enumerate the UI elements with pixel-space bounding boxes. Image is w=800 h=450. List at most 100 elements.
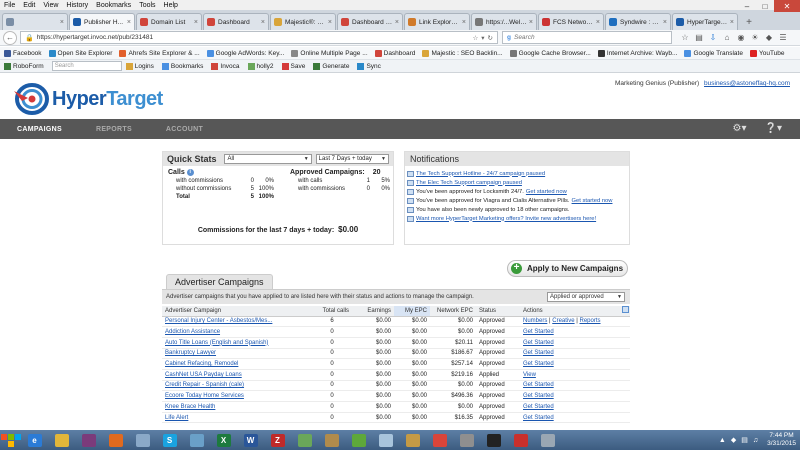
- taskbar-app[interactable]: [291, 431, 318, 449]
- bookmark-item[interactable]: Facebook: [4, 49, 42, 57]
- browser-tab[interactable]: Domain List ×: [136, 13, 202, 30]
- campaign-name-link[interactable]: Auto Title Loans (English and Spanish): [165, 340, 268, 346]
- date-range-select[interactable]: Last 7 Days + today ▼: [315, 154, 389, 164]
- tab-close-icon[interactable]: ×: [730, 19, 734, 26]
- browser-tab[interactable]: Dashboard - Ah...×: [337, 13, 403, 30]
- campaign-name-link[interactable]: Credit Repair - Spanish (cale): [165, 382, 244, 388]
- column-header[interactable]: Actions: [520, 306, 630, 317]
- advertiser-campaigns-tab[interactable]: Advertiser Campaigns: [166, 274, 273, 289]
- roboform-search-input[interactable]: Search: [51, 61, 122, 71]
- taskbar-app[interactable]: [426, 431, 453, 449]
- column-header[interactable]: My EPC: [394, 306, 430, 317]
- pocket-icon[interactable]: ◉: [734, 33, 748, 42]
- get-started-link[interactable]: Get started now: [526, 189, 567, 195]
- system-clock[interactable]: 7:44 PM 3/31/2015: [767, 432, 796, 448]
- browser-tab[interactable]: FCS Networker ×: [538, 13, 604, 30]
- tab-close-icon[interactable]: ×: [127, 19, 131, 26]
- taskbar-app[interactable]: Z: [264, 431, 291, 449]
- taskbar-app[interactable]: [507, 431, 534, 449]
- campaign-name-link[interactable]: Addiction Assistance: [165, 329, 220, 335]
- close-window-icon[interactable]: ✕: [774, 0, 800, 12]
- campaign-status-filter-select[interactable]: Applied or approved ▼: [547, 292, 625, 302]
- action-link-get-started[interactable]: Get Started: [523, 415, 554, 421]
- menu-help[interactable]: Help: [160, 2, 182, 9]
- action-link-get-started[interactable]: Get Started: [523, 361, 554, 367]
- taskbar-app[interactable]: X: [210, 431, 237, 449]
- action-link-get-started[interactable]: Get Started: [523, 350, 554, 356]
- menu-icon[interactable]: ☰: [776, 33, 790, 42]
- menu-history[interactable]: History: [62, 2, 92, 9]
- addon-icon[interactable]: ◆: [762, 33, 776, 42]
- roboform-item[interactable]: holly2: [247, 62, 274, 70]
- campaign-name-link[interactable]: Ecoore Today Home Services: [165, 393, 244, 399]
- tab-close-icon[interactable]: ×: [529, 19, 533, 26]
- action-link-numbers[interactable]: Numbers: [523, 318, 547, 324]
- action-link-reports[interactable]: Reports: [580, 318, 601, 324]
- reading-list-icon[interactable]: ▤: [692, 33, 706, 42]
- nav-tab-reports[interactable]: REPORTS: [79, 126, 149, 133]
- taskbar-app[interactable]: S: [156, 431, 183, 449]
- taskbar-app[interactable]: [399, 431, 426, 449]
- roboform-button[interactable]: RoboForm: [4, 62, 44, 70]
- bookmark-item[interactable]: Ahrefs Site Explorer & ...: [119, 49, 200, 57]
- campaign-name-link[interactable]: Personal Injury Center - Asbestos/Mes...: [165, 318, 272, 324]
- reload-icon[interactable]: ↻: [488, 34, 493, 42]
- tab-close-icon[interactable]: ×: [596, 19, 600, 26]
- back-arrow-icon[interactable]: ←: [3, 30, 17, 45]
- address-bar[interactable]: 🔒 https://hypertarget.invoc.net/pub/2314…: [20, 31, 498, 44]
- menu-view[interactable]: View: [39, 2, 62, 9]
- bookmark-item[interactable]: Majestic : SEO Backlin...: [422, 49, 503, 57]
- bookmark-item[interactable]: YouTube: [749, 49, 785, 57]
- tray-arrow-icon[interactable]: ▲: [719, 437, 726, 444]
- minimize-icon[interactable]: –: [738, 0, 756, 12]
- tab-close-icon[interactable]: ×: [462, 19, 466, 26]
- taskbar-app[interactable]: [75, 431, 102, 449]
- taskbar-app[interactable]: [345, 431, 372, 449]
- action-link-get-started[interactable]: Get Started: [523, 329, 554, 335]
- tab-close-icon[interactable]: ×: [261, 19, 265, 26]
- roboform-item[interactable]: Logins: [125, 62, 154, 70]
- taskbar-app[interactable]: [318, 431, 345, 449]
- new-tab-icon[interactable]: +: [741, 15, 757, 30]
- get-started-link[interactable]: Get started now: [572, 198, 613, 204]
- roboform-item[interactable]: Sync: [357, 62, 381, 70]
- roboform-item[interactable]: Generate: [313, 62, 349, 70]
- menu-edit[interactable]: Edit: [19, 2, 39, 9]
- action-link-get-started[interactable]: Get Started: [523, 382, 554, 388]
- roboform-item[interactable]: Bookmarks: [161, 62, 203, 70]
- campaign-name-link[interactable]: CashNet USA Payday Loans: [165, 372, 242, 378]
- campaign-name-link[interactable]: Bankruptcy Lawyer: [165, 350, 216, 356]
- browser-tab[interactable]: Dashboard ×: [203, 13, 269, 30]
- campaign-name-link[interactable]: Knee Brace Health: [165, 404, 215, 410]
- taskbar-app[interactable]: [480, 431, 507, 449]
- tab-close-icon[interactable]: ×: [194, 19, 198, 26]
- browser-tab[interactable]: Link Explorer - ...×: [404, 13, 470, 30]
- browser-tab[interactable]: ×: [2, 13, 68, 30]
- dropdown-arrow-icon[interactable]: ▾: [481, 34, 484, 42]
- campaign-name-link[interactable]: Life Alert: [165, 415, 188, 421]
- browser-tab[interactable]: Majestic®: Mar...×: [270, 13, 336, 30]
- column-header[interactable]: Status: [476, 306, 520, 317]
- network-icon[interactable]: ▤: [741, 436, 748, 444]
- bookmark-item[interactable]: Online Multiple Page ...: [291, 49, 368, 57]
- user-email-link[interactable]: business@astoneffaq-hq.com: [704, 80, 790, 87]
- help-icon[interactable]: ❔▾: [765, 123, 782, 134]
- taskbar-app[interactable]: W: [237, 431, 264, 449]
- windows-start-icon[interactable]: [1, 431, 21, 449]
- column-header[interactable]: Total calls: [312, 306, 352, 317]
- bookmark-item[interactable]: Google AdWords: Key...: [206, 49, 284, 57]
- notification-link[interactable]: The Elec Tech Support campaign paused: [416, 180, 522, 186]
- nav-tab-campaigns[interactable]: CAMPAIGNS: [0, 126, 79, 133]
- bookmark-item[interactable]: Open Site Explorer: [48, 49, 112, 57]
- tab-close-icon[interactable]: ×: [663, 19, 667, 26]
- browser-search-input[interactable]: [513, 34, 634, 41]
- taskbar-app[interactable]: e: [21, 431, 48, 449]
- column-header[interactable]: Advertiser Campaign: [162, 306, 312, 317]
- star-icon[interactable]: ☆: [472, 34, 478, 42]
- action-link-get-started[interactable]: Get Started: [523, 393, 554, 399]
- maximize-icon[interactable]: □: [756, 0, 774, 12]
- notification-link[interactable]: Want more HyperTarget Marketing offers? …: [416, 216, 596, 222]
- extension-icon[interactable]: ☀: [748, 33, 762, 42]
- bookmark-star-icon[interactable]: ☆: [678, 33, 692, 42]
- browser-tab[interactable]: Publisher H... ×: [69, 13, 135, 30]
